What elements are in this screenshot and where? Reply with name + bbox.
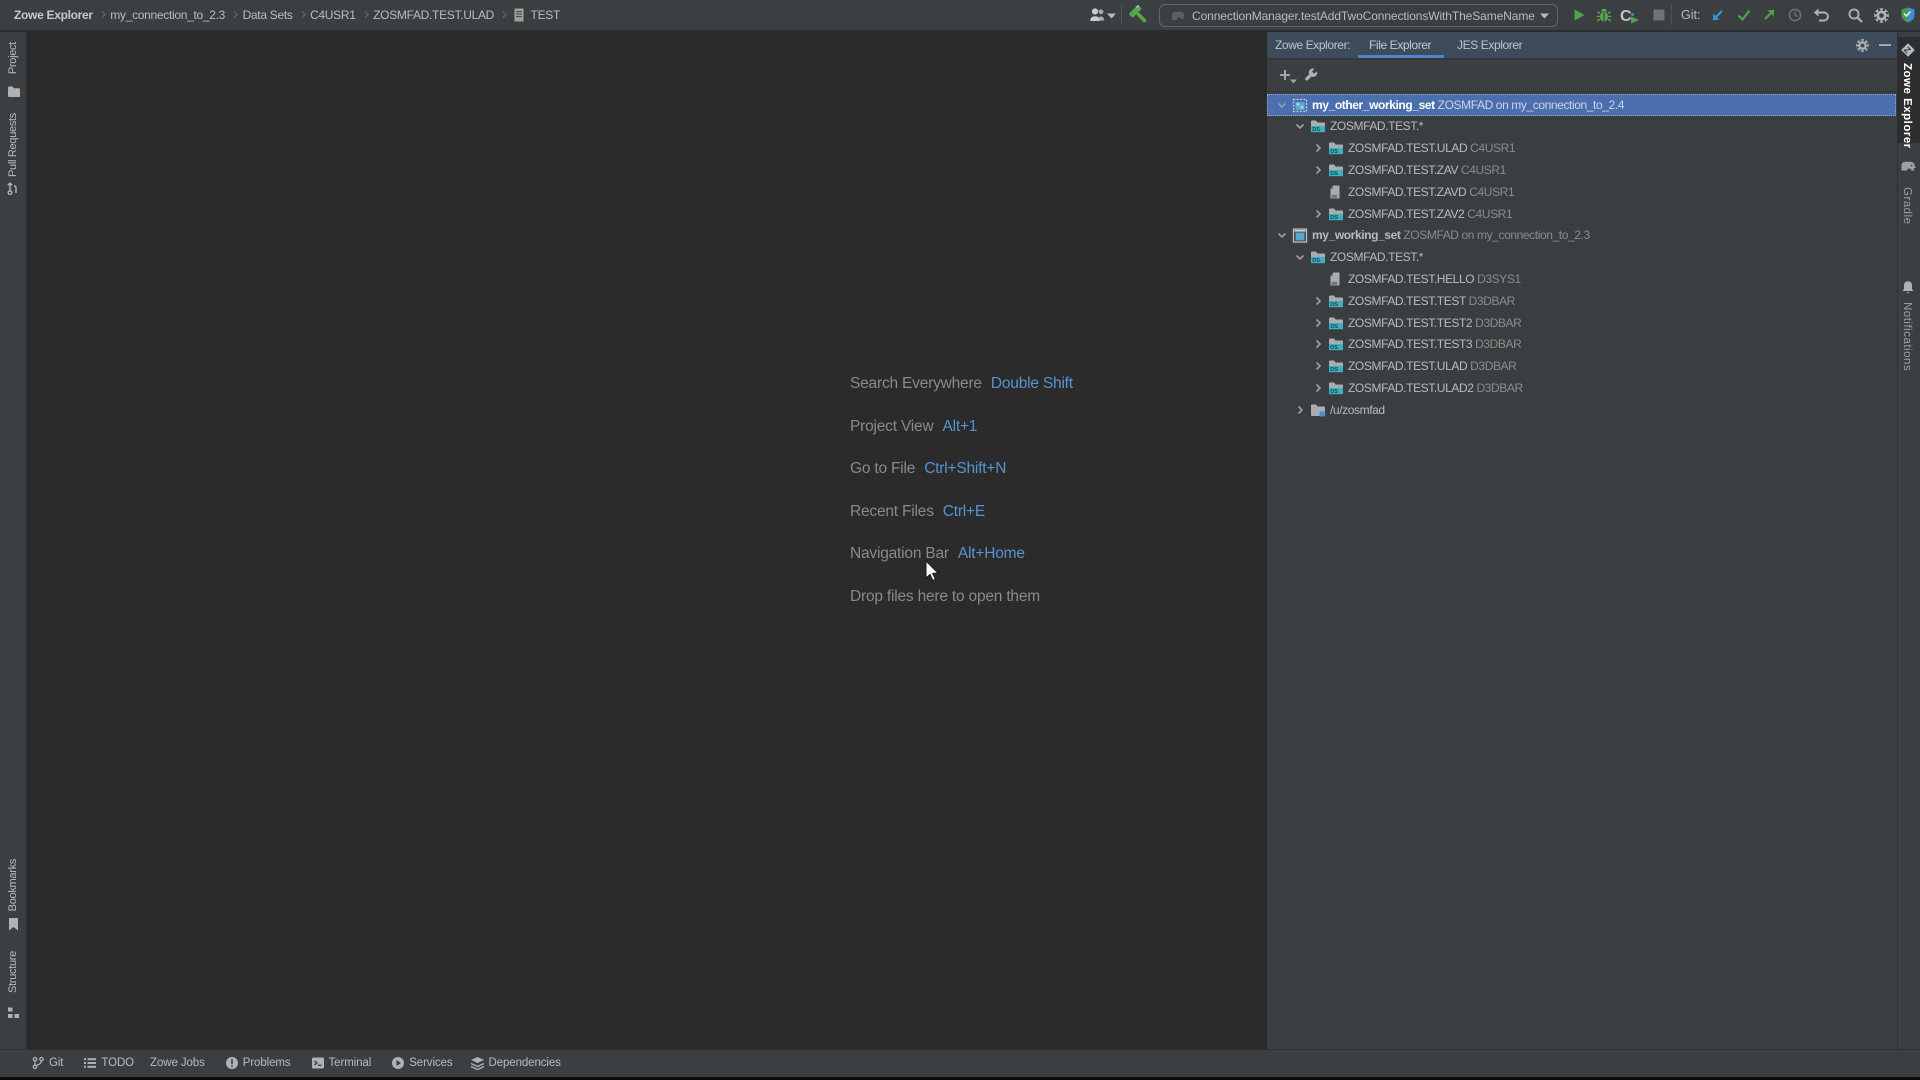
svg-text:DS: DS [1330,302,1338,308]
svg-text:DS: DS [1330,345,1338,351]
svg-text:DS: DS [1330,149,1338,155]
svg-text:DS: DS [1332,194,1337,198]
svg-text:DS: DS [1330,215,1338,221]
svg-text:DS: DS [1312,127,1320,133]
svg-text:DS: DS [1330,389,1338,395]
svg-text:DS: DS [1330,324,1338,330]
svg-text:DS: DS [1312,258,1320,264]
svg-text:DS: DS [1330,171,1338,177]
svg-text:DS: DS [1332,281,1337,285]
svg-text:C: C [1620,8,1632,24]
svg-text:DS: DS [1330,367,1338,373]
